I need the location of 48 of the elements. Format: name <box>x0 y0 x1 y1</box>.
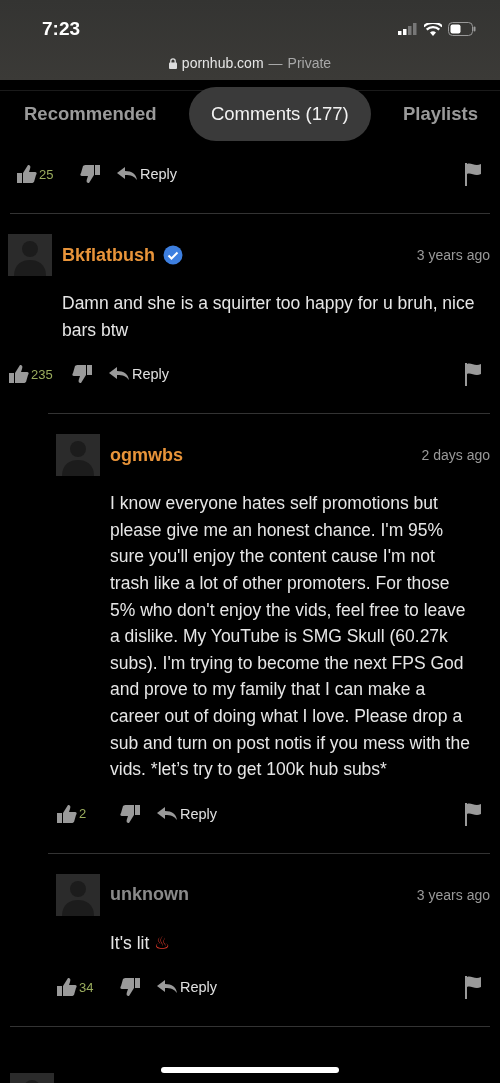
username[interactable]: ogmwbs <box>110 444 183 466</box>
tab[interactable]: Comments (177) <box>188 87 371 141</box>
comment-text: It's lit ♨ <box>110 931 172 955</box>
comment-time: 2 days ago <box>421 447 490 464</box>
tab[interactable]: Playlists <box>380 87 482 141</box>
comment-time: 3 years ago <box>416 886 490 903</box>
comment-text: I know everyone hates self promotions but please give me an honest chance. I'm 95% sure you'll enjoy the content cause I'm not trash like a lot of other promoters. For those 5% who don't enjoy the vids, feel free to leave a dislike. My YouTube is SMG Skull (60.27k subs). I'm trying to become the next FPS God and prove to my family that I can make a career out of doing what I love. Please drop a sub and turn on post notis if you mess with the vids. *let’s try to get 100k hub subs* <box>110 492 471 782</box>
reply-link[interactable]: Reply <box>180 979 218 996</box>
thumbs-down-icon[interactable] <box>119 803 141 824</box>
address-domain[interactable]: pornhub.com <box>181 55 264 71</box>
reply-link[interactable]: Reply <box>180 805 218 822</box>
thumbs-down-icon[interactable] <box>79 164 101 184</box>
status-time: 7:23 <box>42 18 81 40</box>
flag-icon[interactable] <box>464 975 482 1000</box>
avatar-icon <box>56 434 100 477</box>
signal-icon <box>398 23 418 35</box>
thumbs-down-icon[interactable] <box>71 364 93 385</box>
like-count: 34 <box>79 979 95 995</box>
like-count: 235 <box>31 366 54 382</box>
reply-arrow-icon <box>157 806 177 821</box>
username[interactable]: unknown <box>110 884 189 906</box>
comment-time: 3 years ago <box>416 247 490 263</box>
flag-icon[interactable] <box>464 362 482 387</box>
thumbs-down-icon[interactable] <box>119 977 141 998</box>
address-separator: — <box>268 55 283 71</box>
reply-arrow-icon <box>109 367 129 382</box>
battery-icon <box>448 22 476 36</box>
flag-icon[interactable] <box>464 162 482 186</box>
thumbs-up-icon[interactable] <box>56 803 78 824</box>
reply-link[interactable]: Reply <box>132 366 170 383</box>
thumbs-up-icon[interactable] <box>16 164 38 184</box>
avatar-icon <box>56 873 100 916</box>
thumbs-up-icon[interactable] <box>8 364 30 385</box>
comment-text: Damn and she is a squirter too happy for u bruh, nice bars btw <box>62 292 476 342</box>
reply-arrow-icon <box>157 980 177 995</box>
private-label: Private <box>287 55 332 71</box>
lock-icon <box>168 57 177 69</box>
thumbs-up-icon[interactable] <box>56 977 78 998</box>
like-count: 25 <box>39 166 55 182</box>
like-count: 2 <box>79 806 88 822</box>
avatar-icon <box>10 1073 54 1083</box>
reply-link[interactable]: Reply <box>140 166 178 182</box>
flag-icon[interactable] <box>464 801 482 826</box>
username[interactable]: Bkflatbush <box>62 244 155 266</box>
reply-arrow-icon <box>117 167 137 181</box>
tab[interactable]: Recommended <box>20 87 179 141</box>
avatar-icon <box>8 234 52 276</box>
wifi-icon <box>424 22 442 36</box>
